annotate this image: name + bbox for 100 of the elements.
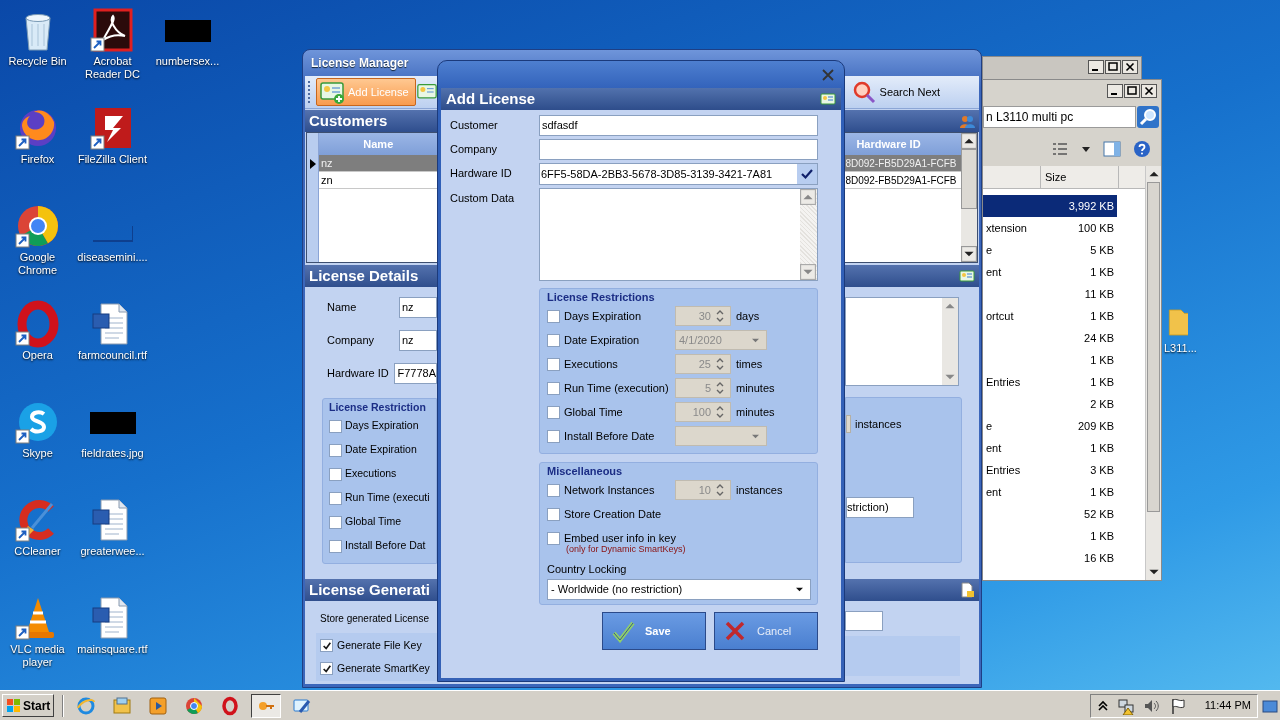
show-desktop-icon[interactable] — [1262, 697, 1278, 714]
icon-label[interactable]: Firefox — [0, 153, 75, 166]
checkbox[interactable] — [329, 539, 342, 553]
windows-logo-icon[interactable] — [6, 698, 21, 713]
scrollbar[interactable] — [961, 133, 977, 262]
clock-text[interactable]: 11:44 PM — [1204, 697, 1251, 714]
file-name[interactable]: xtension — [983, 219, 1053, 237]
file-row[interactable]: 24 KB — [983, 327, 1117, 349]
start-button[interactable]: Start — [2, 694, 55, 717]
input-field[interactable]: F7778A — [394, 363, 437, 384]
ring-browser-icon[interactable] — [184, 695, 205, 716]
file-row[interactable]: 11 KB — [983, 283, 1117, 305]
icon-label[interactable]: VLC media player — [0, 643, 75, 669]
preview-pane-icon[interactable] — [1103, 141, 1121, 157]
file-row[interactable]: 2 KB — [983, 393, 1117, 415]
icon-label[interactable]: fieldrates.jpg — [75, 447, 150, 460]
checkbox[interactable] — [329, 515, 342, 529]
scroll-thumb[interactable] — [961, 149, 977, 209]
input-field[interactable]: 6FF5-58DA-2BB3-5678-3D85-3139-3421-7A81 — [539, 163, 818, 185]
input-field[interactable] — [539, 139, 818, 160]
checkbox[interactable] — [329, 419, 342, 433]
file-row[interactable]: ent 1 KB — [983, 437, 1117, 459]
file-name[interactable]: e — [983, 417, 1053, 435]
input-field[interactable]: nz — [399, 297, 437, 318]
file-name[interactable]: ortcut — [983, 307, 1053, 325]
checkbox[interactable] — [329, 443, 342, 457]
icon-label[interactable]: FileZilla Client — [75, 153, 150, 166]
file-row[interactable]: e 209 KB — [983, 415, 1117, 437]
file-row[interactable]: xtension 100 KB — [983, 217, 1117, 239]
maximize-icon[interactable] — [1124, 84, 1140, 98]
icon-label[interactable]: L311... — [1164, 340, 1197, 357]
file-row[interactable]: 52 KB — [983, 503, 1117, 525]
icon-label[interactable]: Opera — [0, 349, 75, 362]
file-row[interactable]: ortcut 1 KB — [983, 305, 1117, 327]
icon-label[interactable]: Recycle Bin — [0, 55, 75, 68]
checkbox[interactable] — [320, 639, 333, 652]
input-field[interactable] — [845, 611, 883, 631]
magnifier-icon[interactable] — [851, 80, 876, 104]
scroll-up-icon[interactable] — [961, 133, 977, 149]
minimize-icon[interactable] — [1107, 84, 1123, 98]
icon-label[interactable]: farmcouncil.rtf — [75, 349, 150, 362]
minimize-icon[interactable] — [1088, 60, 1104, 74]
checkbox[interactable] — [547, 531, 560, 545]
file-row[interactable]: Entries 1 KB — [983, 371, 1117, 393]
scroll-down-icon[interactable] — [961, 246, 977, 262]
text-area[interactable] — [845, 297, 959, 386]
checkbox[interactable] — [329, 491, 342, 505]
selected-row[interactable]: 3,992 KB — [983, 195, 1117, 217]
dropdown-arrow-icon[interactable] — [795, 586, 804, 593]
file-name[interactable]: Entries — [983, 461, 1053, 479]
scrollbar[interactable] — [1145, 166, 1161, 580]
close-icon[interactable] — [1141, 84, 1157, 98]
dropdown-value[interactable]: - Worldwide (no restriction) — [551, 581, 683, 598]
file-row[interactable]: 1 KB — [983, 349, 1117, 371]
help-icon[interactable] — [1133, 140, 1151, 158]
view-list-icon[interactable] — [1051, 141, 1069, 157]
dropdown-arrow-icon[interactable] — [1081, 145, 1091, 153]
maximize-icon[interactable] — [1105, 60, 1121, 74]
icon-label[interactable]: Acrobat Reader DC — [75, 55, 150, 81]
taskbar-button[interactable] — [251, 693, 282, 718]
icon-label[interactable]: mainsquare.rtf — [75, 643, 150, 656]
checkbox[interactable] — [329, 467, 342, 481]
table-cell[interactable]: nz — [319, 155, 438, 172]
dropdown[interactable]: striction) — [846, 497, 914, 518]
file-name[interactable]: ent — [983, 439, 1053, 457]
play-icon[interactable] — [148, 695, 169, 716]
close-icon[interactable] — [1122, 60, 1138, 74]
icon-label[interactable]: diseasemini.... — [75, 251, 150, 264]
file-name[interactable]: e — [983, 241, 1053, 259]
icon-label[interactable]: CCleaner — [0, 545, 75, 558]
search-icon[interactable] — [1137, 106, 1159, 128]
scroll-thumb[interactable] — [1147, 182, 1160, 512]
file-row[interactable]: ent 1 KB — [983, 481, 1117, 503]
file-row[interactable]: 1 KB — [983, 525, 1117, 547]
folder-icon[interactable] — [112, 695, 133, 716]
file-name[interactable]: ent — [983, 483, 1053, 501]
icon-label[interactable]: numbersex... — [150, 55, 225, 68]
table-cell[interactable]: 8D092-FB5D29A1-FCFB — [844, 155, 961, 172]
search-field[interactable]: n L3110 multi pc — [983, 106, 1136, 128]
input-value[interactable]: 6FF5-58DA-2BB3-5678-3D85-3139-3421-7A81 — [540, 165, 797, 183]
icon-label[interactable]: Skype — [0, 447, 75, 460]
checkmark-icon[interactable] — [611, 619, 635, 643]
icon-label[interactable]: Google Chrome — [0, 251, 75, 277]
input-field[interactable]: sdfasdf — [539, 115, 818, 136]
file-row[interactable]: Entries 3 KB — [983, 459, 1117, 481]
icon-label[interactable]: greaterwee... — [75, 545, 150, 558]
input-field[interactable]: nz — [399, 330, 437, 351]
file-name[interactable]: ent — [983, 263, 1053, 281]
globe-icon[interactable] — [76, 695, 97, 716]
file-row[interactable]: e 5 KB — [983, 239, 1117, 261]
file-name[interactable]: Entries — [983, 373, 1053, 391]
dropdown[interactable]: - Worldwide (no restriction) — [547, 579, 811, 600]
file-row[interactable]: ent 1 KB — [983, 261, 1117, 283]
o-ring-icon[interactable] — [220, 695, 241, 716]
file-row[interactable]: 16 KB — [983, 547, 1117, 569]
chevron-up-icon[interactable] — [1096, 698, 1109, 713]
search-next-button[interactable]: Search Next — [847, 78, 948, 106]
checkbox[interactable] — [320, 662, 333, 675]
license-card-add-icon[interactable] — [320, 80, 344, 104]
network-warning-icon[interactable] — [1116, 696, 1135, 715]
